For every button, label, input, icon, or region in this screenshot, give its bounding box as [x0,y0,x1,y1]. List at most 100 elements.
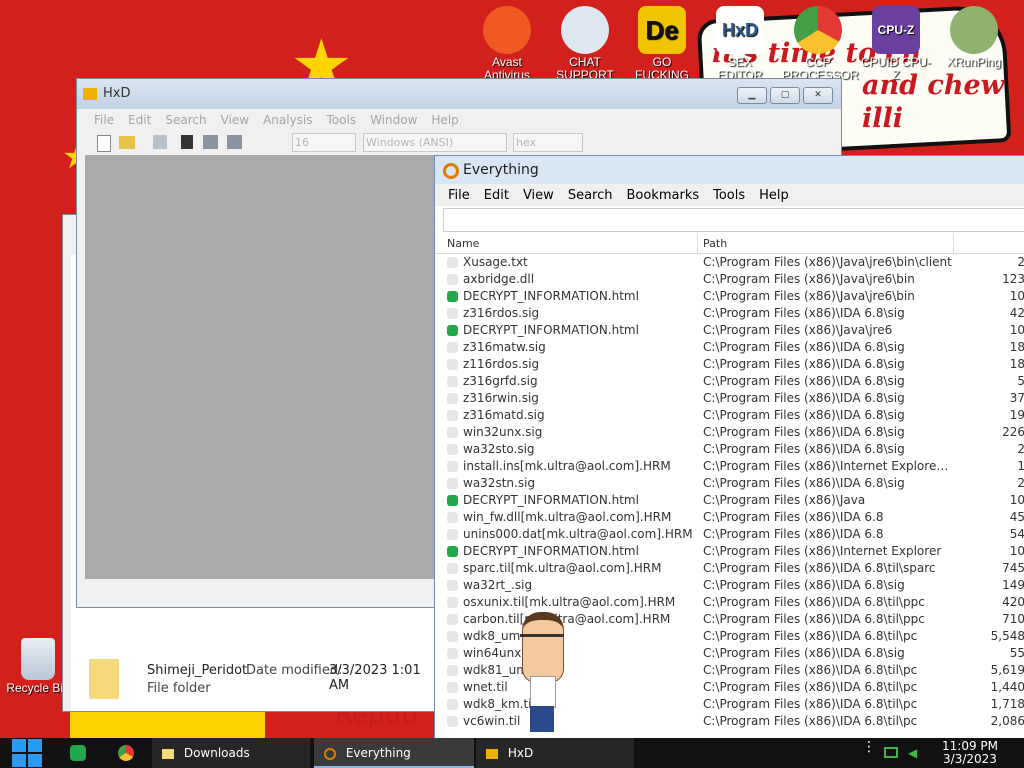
taskbar-item-hxd[interactable]: HxD [476,738,634,768]
row-name: wnet.til [463,680,508,694]
row-name: wa32sto.sig [463,442,535,456]
network-icon[interactable] [884,747,898,758]
menu-search[interactable]: Search [561,188,620,203]
table-row[interactable]: install.ins[mk.ultra@aol.com].HRM C:\Prog… [435,458,1024,475]
row-path: C:\Program Files (x86)\IDA 6.8\til\pc [703,680,918,694]
cpuz-icon: CPU-Z [872,6,920,54]
menu-search[interactable]: Search [158,113,213,127]
maximize-button[interactable]: ▢ [770,87,800,104]
table-row[interactable]: sparc.til[mk.ultra@aol.com].HRM C:\Progra… [435,560,1024,577]
offset-base-value: hex [516,136,537,149]
volume-icon[interactable]: ◀ [908,746,917,760]
table-row[interactable]: wa32rt_.sig C:\Program Files (x86)\IDA 6.… [435,577,1024,594]
menu-view[interactable]: View [214,113,256,127]
search-input[interactable] [443,208,1024,232]
table-row[interactable]: osxunix.til[mk.ultra@aol.com].HRM C:\Prog… [435,594,1024,611]
row-size: 18 [1009,357,1024,371]
column-header-path[interactable]: Path [703,237,727,250]
menu-file[interactable]: File [441,188,477,203]
table-row[interactable]: DECRYPT_INFORMATION.html C:\Program Files… [435,492,1024,509]
memory-icon[interactable] [227,135,242,149]
menu-help[interactable]: Help [424,113,465,127]
menu-file[interactable]: File [87,113,121,127]
folder-name[interactable]: Shimeji_Peridot [147,663,247,678]
row-size: 1,718 [990,697,1024,711]
row-name: osxunix.til[mk.ultra@aol.com].HRM [463,595,676,609]
hxd-app-icon [486,748,498,759]
column-header-name[interactable]: Name [447,237,479,250]
menu-edit[interactable]: Edit [121,113,158,127]
row-name: wdk8_um [463,629,521,643]
menu-help[interactable]: Help [752,188,796,203]
desktop-icon-cpuz[interactable]: CPU-Z CPUID CPU-Z [860,6,932,81]
everything-titlebar[interactable]: Everything [435,156,1024,184]
close-file-icon[interactable] [181,135,193,149]
row-path: C:\Program Files (x86)\IDA 6.8\sig [703,578,905,592]
hxd-toolbar: 16 Windows (ANSI) hex [77,130,841,156]
charset-select[interactable]: Windows (ANSI) [363,133,507,152]
desktop-icon-chat-support[interactable]: CHAT SUPPORT [549,6,621,81]
desktop-icon-hxd[interactable]: HxD SEX EDITOR [704,6,776,81]
desktop-icon-ccp[interactable]: CCP PROCESSOR [782,6,859,81]
table-row[interactable]: wa32sto.sig C:\Program Files (x86)\IDA 6.… [435,441,1024,458]
menu-window[interactable]: Window [363,113,424,127]
table-row[interactable]: DECRYPT_INFORMATION.html C:\Program Files… [435,322,1024,339]
menu-tools[interactable]: Tools [320,113,364,127]
menu-view[interactable]: View [516,188,561,203]
table-row[interactable]: unins000.dat[mk.ultra@aol.com].HRM C:\Pro… [435,526,1024,543]
open-folder-icon[interactable] [119,136,135,149]
frog-icon [950,6,998,54]
desktop-icon-avast[interactable]: Avast Antivirus [471,6,543,81]
table-row[interactable]: Xusage.txt C:\Program Files (x86)\Java\jr… [435,254,1024,271]
new-file-icon[interactable] [97,135,111,152]
table-row[interactable]: DECRYPT_INFORMATION.html C:\Program Files… [435,543,1024,560]
menu-bookmarks[interactable]: Bookmarks [619,188,706,203]
row-name: DECRYPT_INFORMATION.html [463,323,639,337]
taskbar-app-spotify[interactable] [70,745,86,761]
row-size: 2 [955,255,1024,269]
tray-overflow-icon[interactable]: ⋮ [862,740,876,754]
taskbar-item-label: HxD [507,746,534,760]
file-icon [447,308,458,319]
menu-analysis[interactable]: Analysis [256,113,319,127]
row-size: 55 [1009,646,1024,660]
save-icon[interactable] [153,135,167,149]
table-row[interactable]: win_fw.dll[mk.ultra@aol.com].HRM C:\Progr… [435,509,1024,526]
table-row[interactable]: z316matw.sig C:\Program Files (x86)\IDA 6… [435,339,1024,356]
disk-icon[interactable] [203,135,218,149]
row-size: 5,548 [990,629,1024,643]
table-row[interactable]: axbridge.dll C:\Program Files (x86)\Java\… [435,271,1024,288]
row-size: 37 [1009,391,1024,405]
table-row[interactable]: DECRYPT_INFORMATION.html C:\Program Files… [435,288,1024,305]
start-button[interactable] [10,738,44,768]
html-file-icon [447,495,458,506]
table-row[interactable]: z116rdos.sig C:\Program Files (x86)\IDA 6… [435,356,1024,373]
table-row[interactable]: z316matd.sig C:\Program Files (x86)\IDA 6… [435,407,1024,424]
magnifier-icon [324,747,336,760]
hxd-editor-area [85,155,437,579]
file-icon [447,529,458,540]
table-row[interactable]: z316rwin.sig C:\Program Files (x86)\IDA 6… [435,390,1024,407]
column-header-bar: Name Path [435,233,1024,254]
desktop-icon-xrunping[interactable]: XRunPing [938,6,1010,69]
minimize-button[interactable]: ▁ [737,87,767,104]
bytes-per-row-select[interactable]: 16 [292,133,356,152]
row-path: C:\Program Files (x86)\IDA 6.8\til\ppc [703,612,925,626]
table-row[interactable]: win32unx.sig C:\Program Files (x86)\IDA 6… [435,424,1024,441]
table-row[interactable]: z316grfd.sig C:\Program Files (x86)\IDA 6… [435,373,1024,390]
offset-base-select[interactable]: hex [513,133,583,152]
taskbar-app-chrome[interactable] [118,745,134,761]
taskbar-item-everything[interactable]: Everything [314,738,474,768]
clock[interactable]: 11:09 PM 3/3/2023 [930,740,1010,766]
taskbar-item-downloads[interactable]: Downloads [152,738,310,768]
menu-tools[interactable]: Tools [706,188,752,203]
close-button[interactable]: ✕ [803,87,833,104]
row-path: C:\Program Files (x86)\IDA 6.8\til\pc [703,629,918,643]
row-size: 745 [1002,561,1024,575]
table-row[interactable]: wa32stn.sig C:\Program Files (x86)\IDA 6.… [435,475,1024,492]
folder-type: File folder [147,681,211,696]
menu-edit[interactable]: Edit [477,188,516,203]
character-shirt [530,676,556,708]
hxd-titlebar[interactable]: HxD ▁ ▢ ✕ [77,79,841,109]
table-row[interactable]: z316rdos.sig C:\Program Files (x86)\IDA 6… [435,305,1024,322]
